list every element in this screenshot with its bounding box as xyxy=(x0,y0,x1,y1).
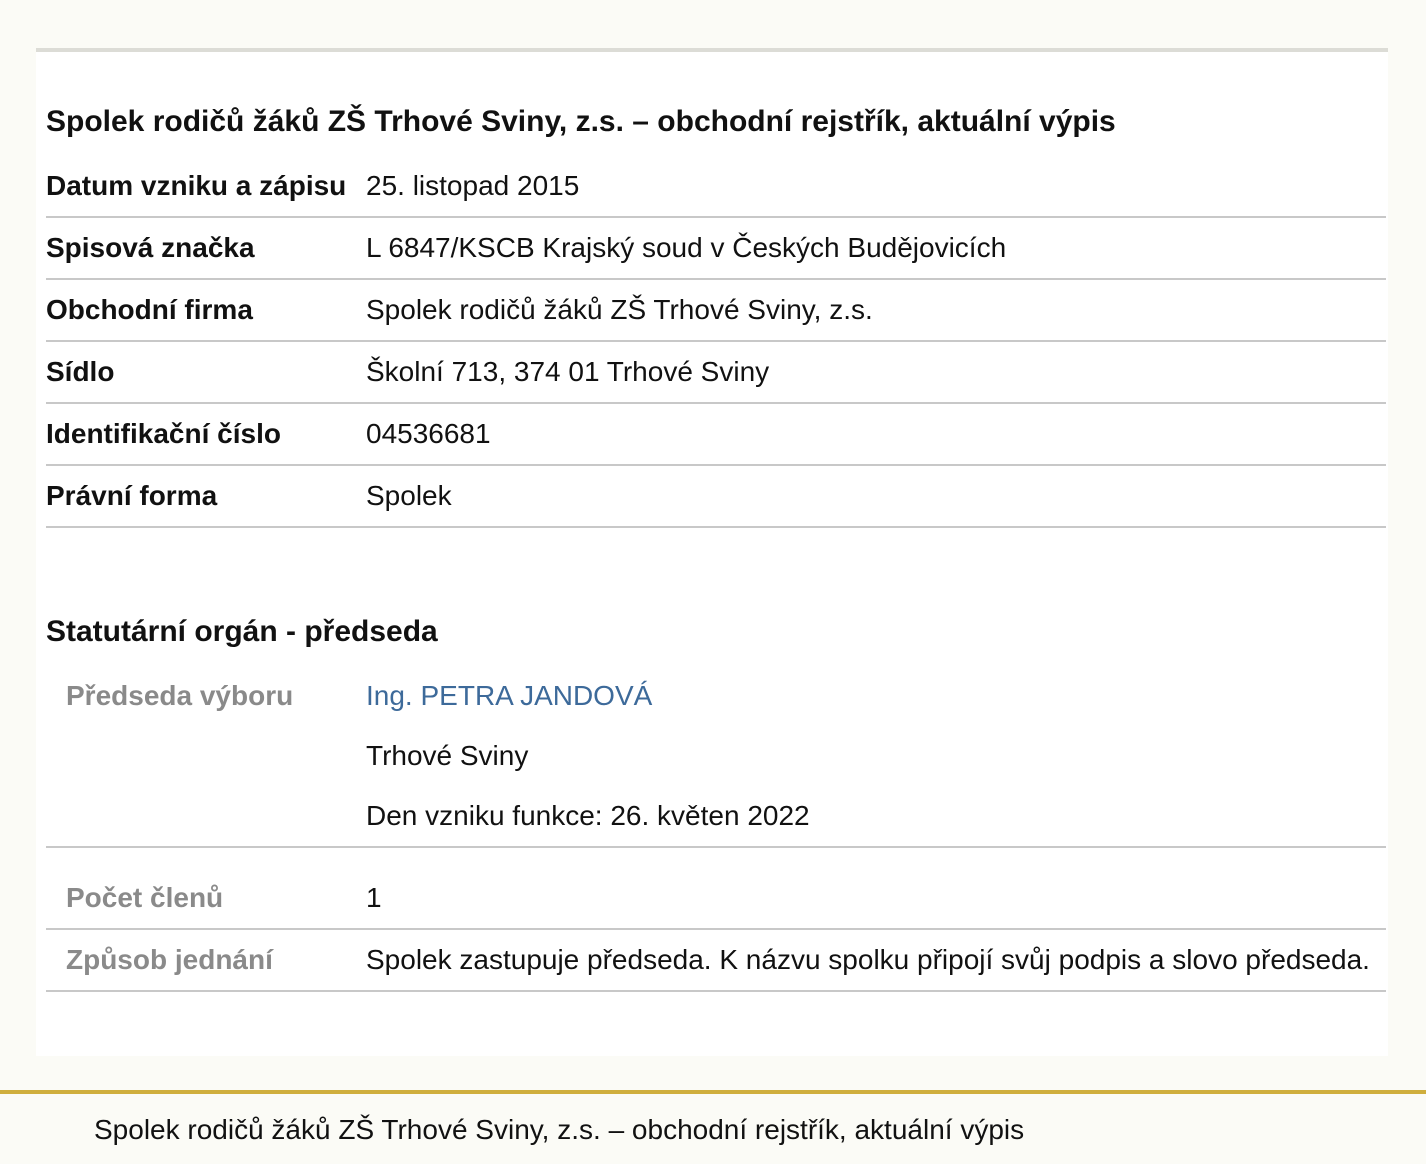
row-value: 25. listopad 2015 xyxy=(366,156,1386,218)
chair-details: Ing. PETRA JANDOVÁ Trhové Sviny Den vzni… xyxy=(366,666,1386,848)
row-label: Spisová značka xyxy=(46,217,366,280)
chair-city: Trhové Sviny xyxy=(366,740,529,771)
members-value: 1 xyxy=(366,847,1386,930)
conduct-label: Způsob jednání xyxy=(46,929,366,992)
row-company-name: Obchodní firma Spolek rodičů žáků ZŠ Trh… xyxy=(46,279,1386,342)
chair-since: Den vzniku funkce: 26. květen 2022 xyxy=(366,800,810,831)
row-id-number: Identifikační číslo 04536681 xyxy=(46,403,1386,466)
row-file-number: Spisová značka L 6847/KSCB Krajský soud … xyxy=(46,217,1386,280)
row-conduct: Způsob jednání Spolek zastupuje předseda… xyxy=(46,929,1386,992)
page-title: Spolek rodičů žáků ZŠ Trhové Sviny, z.s.… xyxy=(46,105,1116,138)
row-value: Spolek rodičů žáků ZŠ Trhové Sviny, z.s. xyxy=(366,279,1386,342)
statutory-table: Předseda výboru Ing. PETRA JANDOVÁ Trhov… xyxy=(46,666,1386,992)
row-label: Identifikační číslo xyxy=(46,403,366,466)
row-value: L 6847/KSCB Krajský soud v Českých Buděj… xyxy=(366,217,1386,280)
page-footer: Spolek rodičů žáků ZŠ Trhové Sviny, z.s.… xyxy=(0,1090,1426,1164)
chair-label: Předseda výboru xyxy=(46,666,366,848)
chair-name-link[interactable]: Ing. PETRA JANDOVÁ xyxy=(366,680,652,711)
row-value: Školní 713, 374 01 Trhové Sviny xyxy=(366,341,1386,404)
row-label: Datum vzniku a zápisu xyxy=(46,156,366,218)
registry-table: Datum vzniku a zápisu 25. listopad 2015 … xyxy=(46,156,1386,528)
row-legal-form: Právní forma Spolek xyxy=(46,465,1386,528)
row-chair: Předseda výboru Ing. PETRA JANDOVÁ Trhov… xyxy=(46,666,1386,848)
registry-card: Spolek rodičů žáků ZŠ Trhové Sviny, z.s.… xyxy=(36,48,1388,1056)
row-member-count: Počet členů 1 xyxy=(46,847,1386,930)
row-label: Obchodní firma xyxy=(46,279,366,342)
conduct-value: Spolek zastupuje předseda. K názvu spolk… xyxy=(366,929,1386,992)
row-value: Spolek xyxy=(366,465,1386,528)
row-seat: Sídlo Školní 713, 374 01 Trhové Sviny xyxy=(46,341,1386,404)
footer-text: Spolek rodičů žáků ZŠ Trhové Sviny, z.s.… xyxy=(94,1114,1025,1145)
section-heading-statutory: Statutární orgán - předseda xyxy=(46,615,438,648)
row-label: Sídlo xyxy=(46,341,366,404)
row-founding-date: Datum vzniku a zápisu 25. listopad 2015 xyxy=(46,156,1386,218)
row-value: 04536681 xyxy=(366,403,1386,466)
members-label: Počet členů xyxy=(46,847,366,930)
row-label: Právní forma xyxy=(46,465,366,528)
